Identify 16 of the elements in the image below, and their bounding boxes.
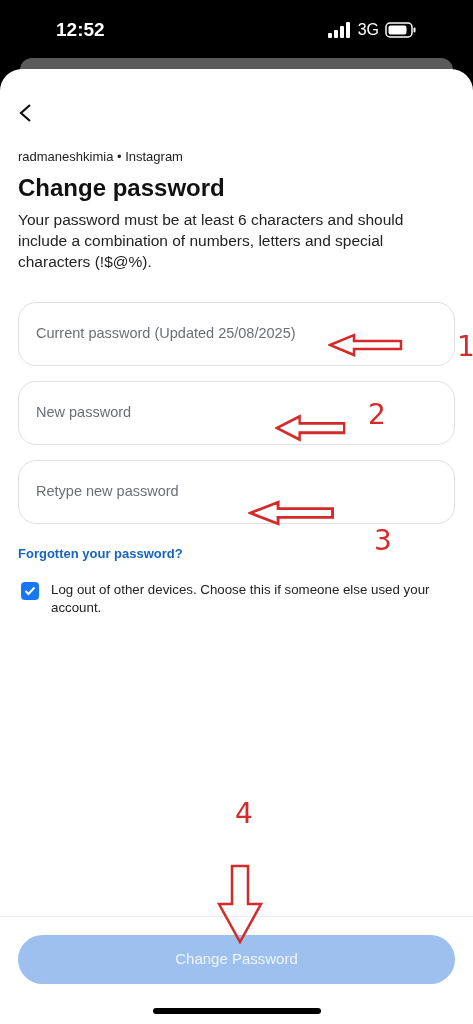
network-label: 3G: [357, 20, 379, 40]
password-requirements: Your password must be at least 6 characters and should include a combination of numbers, letters and special characters (!$@%).: [18, 209, 405, 272]
logout-option-label: Log out of other devices. Choose this if someone else used your account.: [51, 581, 431, 617]
logout-checkbox[interactable]: [21, 582, 39, 600]
arrow-annotation: [275, 414, 347, 442]
account-label: radmaneshkimia • Instagram: [18, 148, 184, 166]
battery-icon: [385, 22, 417, 38]
annotation-number: 1: [457, 330, 473, 364]
page-title: Change password: [18, 172, 226, 203]
signal-icon: [327, 22, 352, 38]
password-field[interactable]: Retype new password: [18, 459, 455, 524]
annotation-number: 4: [235, 797, 253, 831]
status-time: 12:52: [56, 17, 105, 42]
annotation-number: 2: [368, 398, 386, 432]
annotation-number: 3: [374, 524, 392, 558]
password-field[interactable]: Current password (Updated 25/08/2025): [18, 301, 455, 366]
